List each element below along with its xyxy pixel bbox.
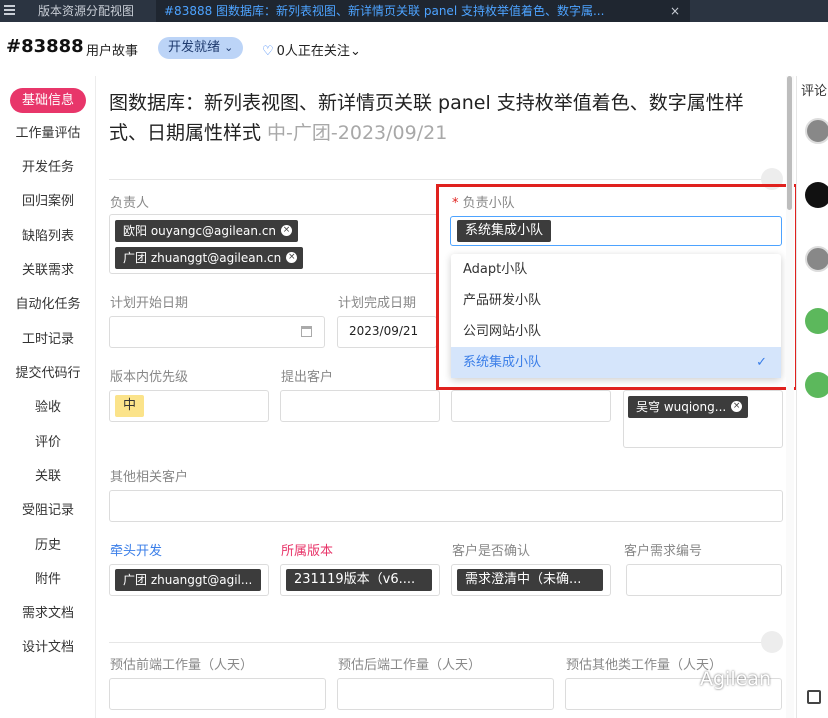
sidebar-item-blocked[interactable]: 受阻记录 <box>0 496 96 526</box>
chevron-down-icon: ⌄ <box>224 41 234 54</box>
sidebar-item-regression[interactable]: 回归案例 <box>0 187 96 217</box>
client-select[interactable] <box>280 390 440 422</box>
avatar[interactable] <box>805 246 828 272</box>
sidebar-item-timesheet[interactable]: 工时记录 <box>0 325 96 355</box>
follow-button[interactable]: ♡ 0人正在关注⌄ <box>262 40 361 59</box>
calendar-icon[interactable] <box>301 326 312 337</box>
status-dropdown[interactable]: 开发就绪 ⌄ <box>158 37 244 59</box>
add-image-icon[interactable] <box>807 690 821 704</box>
story-id: #83888 <box>6 36 84 57</box>
sidebar-item-review[interactable]: 评价 <box>0 428 96 458</box>
tab-story-83888[interactable]: #83888 图数据库：新列表视图、新详情页关联 panel 支持枚举值着色、数… <box>156 0 690 22</box>
other-estimate-label: 预估其他类工作量（人天） <box>566 658 723 673</box>
sidebar-item-links[interactable]: 关联 <box>0 462 96 492</box>
priority-tag: 中 <box>115 395 145 417</box>
collapse-toggle[interactable] <box>761 631 783 653</box>
watermark: Agilean <box>700 668 771 690</box>
close-icon[interactable]: × <box>670 0 680 22</box>
be-estimate-label: 预估后端工作量（人天） <box>338 658 482 673</box>
confirm-label: 客户是否确认 <box>452 544 531 559</box>
assignee-tag: 吴穹 wuqiong... × <box>628 396 749 418</box>
end-date-value: 2023/09/21 <box>349 324 419 338</box>
sidebar-item-basic-info[interactable]: 基础信息 <box>0 86 96 116</box>
hidden-field[interactable] <box>451 390 611 422</box>
sidebar-item-attachments[interactable]: 附件 <box>0 565 96 595</box>
sidebar-item-workload[interactable]: 工作量评估 <box>0 119 96 149</box>
avatar[interactable] <box>805 308 828 334</box>
tab-label: #83888 图数据库：新列表视图、新详情页关联 panel 支持枚举值着色、数… <box>164 4 605 18</box>
page-title: 图数据库：新列表视图、新详情页关联 panel 支持枚举值着色、数字属性样式、日… <box>109 88 769 148</box>
tab-version-resource[interactable]: 版本资源分配视图 <box>24 0 154 22</box>
start-date-input[interactable] <box>109 316 325 348</box>
highlight-box <box>436 184 798 390</box>
fe-estimate-input[interactable] <box>109 678 326 710</box>
sidebar-item-related-req[interactable]: 关联需求 <box>0 256 96 286</box>
sidebar-item-design-docs[interactable]: 设计文档 <box>0 633 96 663</box>
owner-tag-label: 广团 zhuanggt@agilean.cn <box>123 251 282 265</box>
close-icon[interactable]: × <box>731 401 743 412</box>
owner-tag: 欧阳 ouyangc@agilean.cn × <box>115 220 299 242</box>
client-label: 提出客户 <box>281 370 334 385</box>
hamburger-icon[interactable] <box>4 4 16 16</box>
divider <box>109 642 775 643</box>
version-tag: 231119版本（v6.... <box>286 569 432 591</box>
follow-label: 0人正在关注 <box>276 44 350 59</box>
tab-bar: 版本资源分配视图 #83888 图数据库：新列表视图、新详情页关联 panel … <box>0 0 828 22</box>
sidebar-item-commits[interactable]: 提交代码行 <box>0 359 96 389</box>
owner-tag-label: 欧阳 ouyangc@agilean.cn <box>123 224 277 238</box>
start-date-label: 计划开始日期 <box>110 296 189 311</box>
owner-tag: 广团 zhuanggt@agilean.cn × <box>115 247 304 269</box>
sidebar-item-history[interactable]: 历史 <box>0 531 96 561</box>
req-no-label: 客户需求编号 <box>624 544 703 559</box>
sidebar-item-acceptance[interactable]: 验收 <box>0 393 96 423</box>
chevron-down-icon: ⌄ <box>349 44 361 59</box>
end-date-label: 计划完成日期 <box>338 296 417 311</box>
assignee-tag-label: 吴穹 wuqiong... <box>636 400 727 414</box>
fe-estimate-label: 预估前端工作量（人天） <box>110 658 254 673</box>
req-no-input[interactable] <box>626 564 782 596</box>
avatar[interactable] <box>805 182 828 208</box>
sidebar-item-dev-tasks[interactable]: 开发任务 <box>0 153 96 183</box>
sidebar-item-req-docs[interactable]: 需求文档 <box>0 599 96 629</box>
divider <box>109 179 775 180</box>
heart-icon: ♡ <box>262 44 274 59</box>
lead-dev-label: 牵头开发 <box>110 544 163 559</box>
avatar[interactable] <box>805 372 828 398</box>
comments-panel: 评论 <box>796 76 828 718</box>
other-clients-input[interactable] <box>109 490 783 522</box>
sidebar: 基础信息 工作量评估 开发任务 回归案例 缺陷列表 关联需求 自动化任务 工时记… <box>0 76 96 718</box>
comments-tab[interactable]: 评论 <box>801 80 827 99</box>
confirm-tag: 需求澄清中（未确... <box>457 569 603 591</box>
lead-dev-tag: 广团 zhuanggt@agil... <box>115 569 261 591</box>
close-icon[interactable]: × <box>281 225 293 236</box>
sidebar-item-label: 基础信息 <box>9 88 86 113</box>
close-icon[interactable]: × <box>286 252 298 263</box>
other-clients-label: 其他相关客户 <box>110 470 189 485</box>
version-label: 所属版本 <box>281 544 334 559</box>
sidebar-item-automation[interactable]: 自动化任务 <box>0 290 96 320</box>
sidebar-item-defects[interactable]: 缺陷列表 <box>0 222 96 252</box>
status-label: 开发就绪 <box>168 40 221 55</box>
avatar[interactable] <box>805 118 828 144</box>
story-header: #83888 用户故事 开发就绪 ⌄ ♡ 0人正在关注⌄ <box>0 22 828 76</box>
title-suffix: 中-广团-2023/09/21 <box>261 122 448 144</box>
priority-label: 版本内优先级 <box>110 370 189 385</box>
main-panel: 图数据库：新列表视图、新详情页关联 panel 支持枚举值着色、数字属性样式、日… <box>97 76 787 718</box>
scrollbar-thumb[interactable] <box>787 76 792 210</box>
owner-label: 负责人 <box>110 196 150 211</box>
be-estimate-input[interactable] <box>337 678 554 710</box>
story-type: 用户故事 <box>86 44 139 59</box>
